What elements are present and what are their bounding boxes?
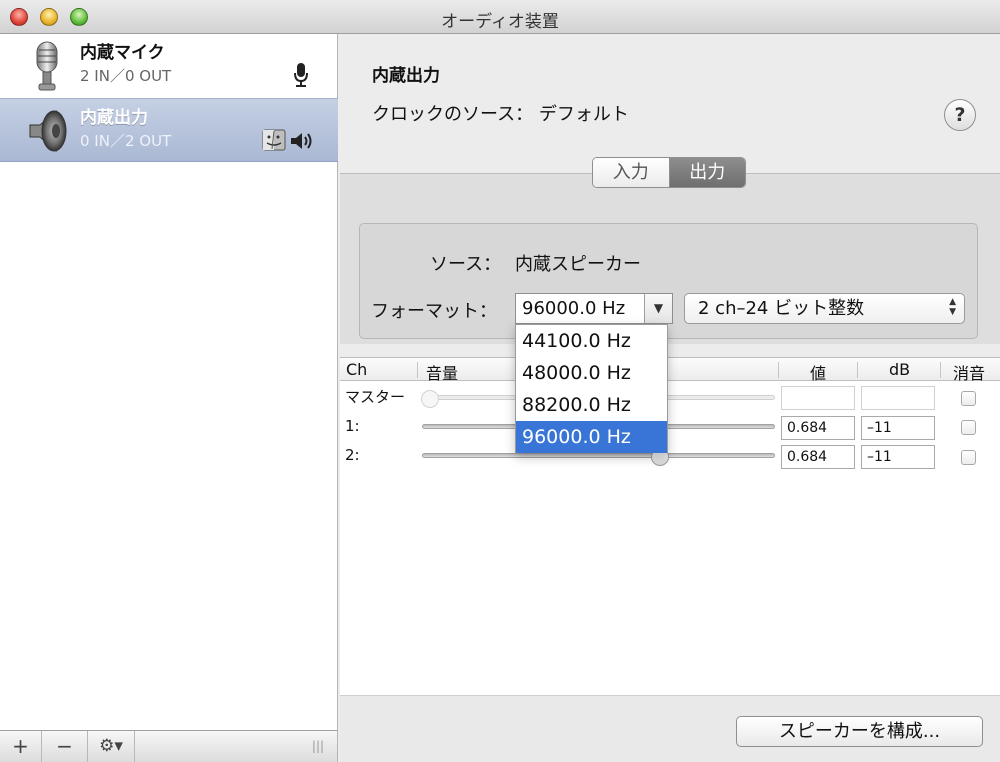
column-mute[interactable]: 消音	[953, 360, 985, 384]
column-value[interactable]: 値	[810, 360, 826, 384]
mic-small-icon	[294, 63, 308, 87]
sample-rate-menu: 44100.0 Hz 48000.0 Hz 88200.0 Hz 96000.0…	[515, 324, 668, 453]
configure-speakers-button[interactable]: スピーカーを構成...	[736, 716, 983, 747]
finder-icon	[262, 129, 286, 151]
device-name: 内蔵マイク	[80, 43, 165, 63]
db-field-master[interactable]	[861, 386, 935, 410]
channel-table: Ch 音量 値 dB 消音 マスター 1: 0.684 –11 2: 0.684…	[340, 357, 1000, 695]
slider-knob[interactable]	[421, 390, 439, 408]
chevron-down-icon[interactable]: ▼	[644, 294, 672, 323]
gear-menu-button[interactable]: ⚙▾	[88, 731, 135, 762]
table-header: Ch 音量 値 dB 消音	[340, 358, 1000, 384]
microphone-icon	[36, 41, 58, 91]
row-label-master: マスター	[345, 388, 406, 406]
volume-slider-ch2[interactable]	[422, 453, 775, 458]
device-list: 内蔵マイク 2 IN／0 OUT 内蔵出力 0 IN／2 OUT	[0, 34, 338, 730]
source-label: ソース：	[430, 254, 502, 275]
row-label-ch2: 2:	[345, 446, 360, 464]
format-label: フォーマット：	[371, 301, 497, 322]
db-field-ch1[interactable]: –11	[861, 416, 935, 440]
up-down-arrows-icon: ▲ ▼	[949, 297, 956, 317]
source-value: 内蔵スピーカー	[515, 254, 641, 275]
value-field-ch1[interactable]: 0.684	[781, 416, 855, 440]
mute-checkbox-master[interactable]	[961, 391, 976, 406]
tab-group: 入力 出力	[592, 157, 746, 188]
db-field-ch2[interactable]: –11	[861, 445, 935, 469]
column-db[interactable]: dB	[889, 360, 910, 379]
menu-item-96000[interactable]: 96000.0 Hz	[516, 421, 667, 453]
help-button[interactable]: ?	[944, 99, 976, 131]
device-item-internal-output[interactable]: 内蔵出力 0 IN／2 OUT	[0, 98, 338, 162]
device-item-internal-mic[interactable]: 内蔵マイク 2 IN／0 OUT	[0, 34, 338, 98]
bit-depth-popup[interactable]: 2 ch–24 ビット整数 ▲ ▼	[684, 293, 965, 324]
column-ch[interactable]: Ch	[346, 360, 367, 379]
device-io: 0 IN／2 OUT	[80, 132, 172, 150]
column-volume[interactable]: 音量	[426, 360, 458, 384]
menu-item-44100[interactable]: 44100.0 Hz	[516, 325, 667, 357]
tab-output[interactable]: 出力	[669, 158, 745, 187]
menu-item-88200[interactable]: 88200.0 Hz	[516, 389, 667, 421]
device-title: 内蔵出力	[372, 66, 440, 86]
window-title: オーディオ装置	[441, 12, 559, 32]
remove-device-button[interactable]: −	[42, 731, 88, 762]
sidebar-toolbar: + − ⚙▾ |||	[0, 730, 338, 762]
resize-handle[interactable]: |||	[300, 731, 336, 762]
bit-depth-value: 2 ch–24 ビット整数	[698, 298, 865, 319]
value-field-master[interactable]	[781, 386, 855, 410]
sample-rate-combo[interactable]: 96000.0 Hz ▼	[515, 293, 673, 324]
add-device-button[interactable]: +	[0, 731, 42, 762]
row-label-ch1: 1:	[345, 417, 360, 435]
device-name: 内蔵出力	[80, 108, 148, 128]
mute-checkbox-ch2[interactable]	[961, 450, 976, 465]
sample-rate-value: 96000.0 Hz	[522, 298, 626, 319]
menu-item-48000[interactable]: 48000.0 Hz	[516, 357, 667, 389]
mute-checkbox-ch1[interactable]	[961, 420, 976, 435]
speaker-icon	[29, 109, 67, 153]
clock-source: クロックのソース： デフォルト	[372, 104, 629, 125]
title-bar: オーディオ装置	[0, 0, 1000, 34]
volume-icon	[291, 133, 312, 149]
device-io: 2 IN／0 OUT	[80, 67, 172, 85]
tab-input[interactable]: 入力	[593, 158, 670, 187]
value-field-ch2[interactable]: 0.684	[781, 445, 855, 469]
